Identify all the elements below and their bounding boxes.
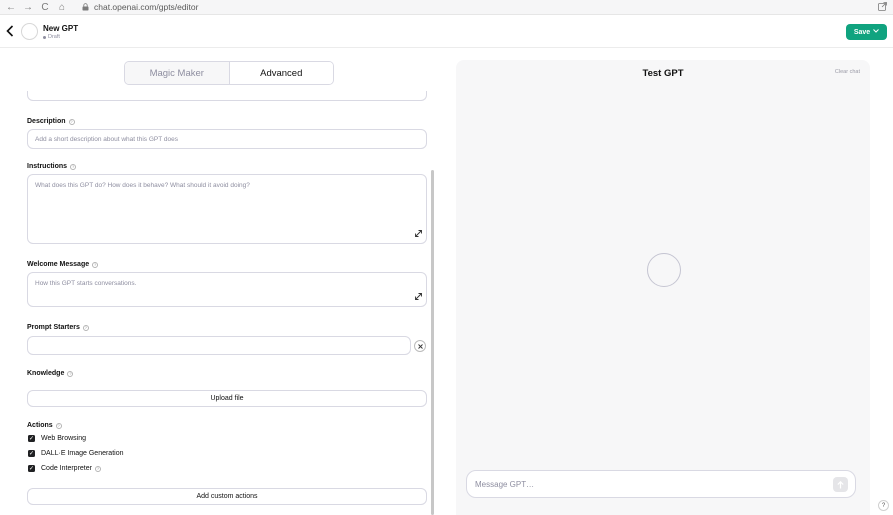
url-text: chat.openai.com/gpts/editor: [94, 2, 199, 12]
knowledge-label-text: Knowledge: [27, 370, 65, 377]
message-input[interactable]: Message GPT…: [466, 470, 856, 498]
prompt-starters-label: Prompt Starters ?: [27, 324, 89, 331]
prompt-starters-label-text: Prompt Starters: [27, 324, 80, 331]
description-label-text: Description: [27, 118, 66, 125]
instructions-label: Instructions ?: [27, 163, 77, 170]
back-arrow-icon[interactable]: ←: [5, 1, 17, 13]
description-label: Description ?: [27, 118, 75, 125]
dalle-label: DALL·E Image Generation: [41, 450, 124, 457]
status-dot-icon: [43, 35, 46, 39]
remove-starter-button[interactable]: [414, 340, 426, 352]
preview-panel: Test GPT Clear chat Message GPT…: [456, 60, 870, 515]
name-field-partial[interactable]: [27, 91, 427, 101]
description-placeholder: Add a short description about what this …: [35, 136, 178, 143]
save-button[interactable]: Save: [846, 24, 887, 40]
home-icon[interactable]: ⌂: [56, 1, 68, 13]
forward-arrow-icon[interactable]: →: [22, 1, 34, 13]
scrollbar[interactable]: [431, 170, 434, 515]
help-icon[interactable]: ?: [92, 261, 99, 268]
web-browsing-option[interactable]: ✓ Web Browsing: [28, 435, 86, 442]
welcome-placeholder: How this GPT starts conversations.: [35, 280, 137, 287]
editor-header: New GPT Draft Save: [0, 15, 893, 48]
help-icon[interactable]: ?: [68, 118, 75, 125]
gpt-logo-placeholder: [647, 253, 681, 287]
tab-magic-maker[interactable]: Magic Maker: [125, 62, 229, 84]
instructions-placeholder: What does this GPT do? How does it behav…: [35, 182, 250, 189]
help-icon[interactable]: ?: [82, 324, 89, 331]
prompt-starter-input[interactable]: [27, 336, 411, 355]
back-chevron-icon[interactable]: [6, 24, 18, 40]
chevron-down-icon: [873, 29, 880, 35]
address-bar[interactable]: chat.openai.com/gpts/editor: [82, 2, 198, 12]
save-label: Save: [853, 28, 871, 36]
help-icon[interactable]: ?: [94, 465, 101, 472]
help-icon[interactable]: ?: [55, 422, 62, 429]
welcome-label-text: Welcome Message: [27, 261, 90, 268]
share-icon[interactable]: [878, 2, 887, 14]
dalle-option[interactable]: ✓ DALL·E Image Generation: [28, 450, 124, 457]
help-icon[interactable]: ?: [67, 370, 74, 377]
expand-icon[interactable]: [415, 230, 422, 239]
welcome-label: Welcome Message ?: [27, 261, 99, 268]
arrow-up-icon: [837, 480, 844, 488]
tab-advanced[interactable]: Advanced: [228, 62, 333, 84]
gpt-title: New GPT: [43, 24, 79, 33]
description-input[interactable]: Add a short description about what this …: [27, 129, 427, 149]
instructions-input[interactable]: What does this GPT do? How does it behav…: [27, 174, 427, 244]
message-placeholder: Message GPT…: [475, 480, 535, 489]
configure-panel: Magic Maker Advanced Description ? Add a…: [0, 48, 440, 515]
mode-tabs: Magic Maker Advanced: [124, 61, 334, 85]
actions-label: Actions ?: [27, 422, 62, 429]
add-custom-actions-button[interactable]: Add custom actions: [27, 488, 427, 505]
checkbox-checked-icon[interactable]: ✓: [28, 450, 35, 457]
preview-title: Test GPT: [642, 68, 684, 79]
close-icon: [417, 343, 423, 349]
clear-chat-button[interactable]: Clear chat: [835, 69, 860, 75]
upload-file-button[interactable]: Upload file: [27, 390, 427, 407]
help-icon[interactable]: ?: [70, 163, 77, 170]
browser-toolbar: ← → C ⌂ chat.openai.com/gpts/editor: [0, 0, 893, 15]
help-button[interactable]: ?: [878, 500, 889, 511]
checkbox-checked-icon[interactable]: ✓: [28, 435, 35, 442]
code-interpreter-option[interactable]: ✓ Code Interpreter ?: [28, 465, 101, 472]
expand-icon[interactable]: [415, 293, 422, 302]
checkbox-checked-icon[interactable]: ✓: [28, 465, 35, 472]
actions-label-text: Actions: [27, 422, 53, 429]
lock-icon: [82, 3, 90, 11]
web-browsing-label: Web Browsing: [41, 435, 87, 442]
status-text: Draft: [48, 34, 60, 40]
welcome-input[interactable]: How this GPT starts conversations.: [27, 272, 427, 307]
reload-icon[interactable]: C: [39, 1, 51, 13]
code-interpreter-label: Code Interpreter: [41, 465, 92, 472]
knowledge-label: Knowledge ?: [27, 370, 74, 377]
instructions-label-text: Instructions: [27, 163, 68, 170]
draft-status: Draft: [43, 34, 60, 40]
send-button[interactable]: [833, 477, 848, 492]
gpt-avatar[interactable]: [21, 23, 38, 40]
